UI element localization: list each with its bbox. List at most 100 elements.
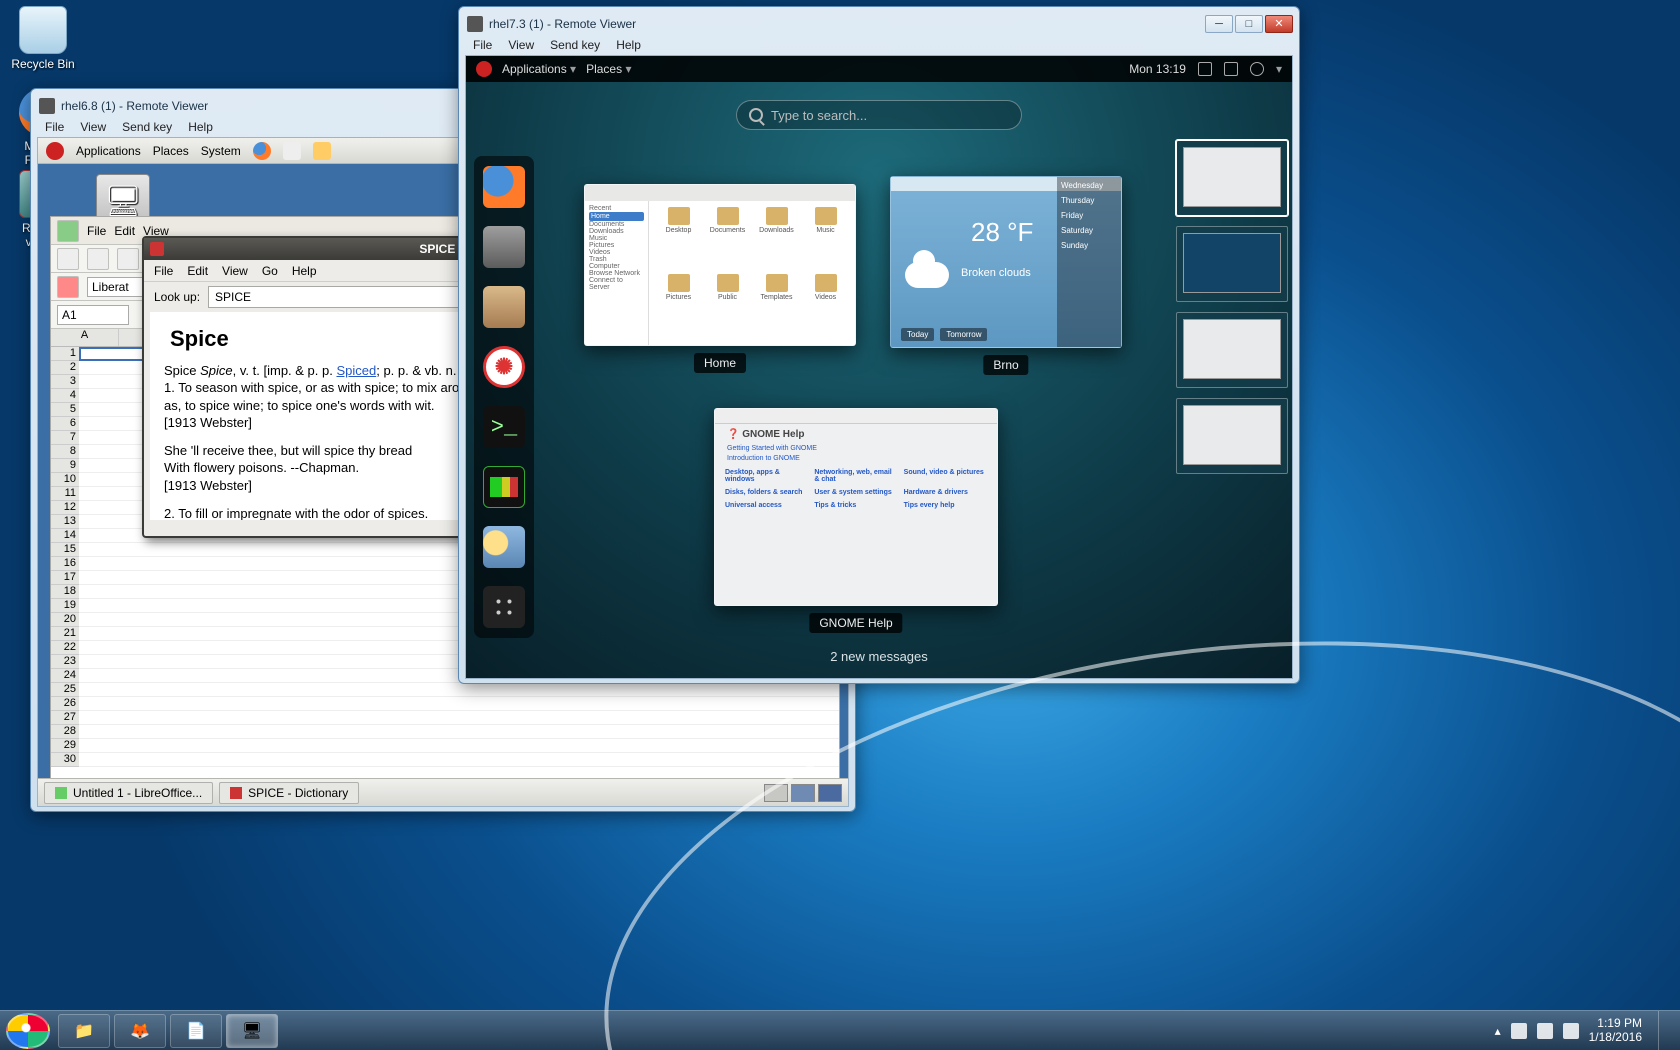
row-30[interactable]: 30 (51, 753, 79, 767)
weather-tomorrow[interactable]: Tomorrow (940, 328, 987, 341)
row-headers[interactable]: 1234567891011121314151617181920212223242… (51, 347, 79, 767)
workspace-thumb-4[interactable] (1176, 398, 1288, 474)
link-spiced[interactable]: Spiced (336, 363, 376, 378)
topbar-places[interactable]: Places (586, 62, 631, 76)
taskbar-remote-viewer-icon[interactable]: 🖥 (226, 1014, 278, 1048)
gnome2-bottom-panel[interactable]: Untitled 1 - LibreOffice... SPICE - Dict… (38, 778, 848, 806)
taskbar-clock[interactable]: 1:19 PM 1/18/2016 (1589, 1017, 1642, 1045)
row-17[interactable]: 17 (51, 571, 79, 585)
panel-system[interactable]: System (201, 144, 241, 158)
dash-weather-icon[interactable] (483, 526, 525, 568)
dash-show-apps-icon[interactable] (483, 586, 525, 628)
col-A[interactable]: A (51, 329, 119, 346)
dash-files-icon[interactable] (483, 226, 525, 268)
overview-thumb-files[interactable]: RecentHomeDocumentsDownloadsMusicPicture… (584, 184, 856, 346)
taskbar-notepad-icon[interactable]: 📄 (170, 1014, 222, 1048)
row-24[interactable]: 24 (51, 669, 79, 683)
rhel73-remote-viewer-window[interactable]: rhel7.3 (1) - Remote Viewer ─ □ ✕ File V… (458, 6, 1300, 684)
dict-menu-view[interactable]: View (222, 264, 248, 278)
row-25[interactable]: 25 (51, 683, 79, 697)
recycle-bin-icon[interactable]: Recycle Bin (8, 6, 78, 71)
new-doc-icon[interactable] (57, 248, 79, 270)
dash-firefox-icon[interactable] (483, 166, 525, 208)
menu-view[interactable]: View (80, 120, 106, 134)
open-icon[interactable] (87, 248, 109, 270)
taskbar-dictionary[interactable]: SPICE - Dictionary (219, 782, 359, 804)
gnome3-dash[interactable]: ✺ >_ (474, 156, 534, 638)
dash-system-monitor-icon[interactable] (483, 466, 525, 508)
menu-help[interactable]: Help (616, 38, 641, 52)
menu-view[interactable]: View (508, 38, 534, 52)
workspace-3[interactable] (818, 784, 842, 802)
row-21[interactable]: 21 (51, 627, 79, 641)
dash-help-icon[interactable]: ✺ (483, 346, 525, 388)
volume-icon[interactable] (1224, 62, 1238, 76)
row-10[interactable]: 10 (51, 473, 79, 487)
save-icon[interactable] (117, 248, 139, 270)
close-button[interactable]: ✕ (1265, 15, 1293, 33)
dict-menu-file[interactable]: File (154, 264, 173, 278)
notes-launcher-icon[interactable] (313, 142, 331, 160)
start-button[interactable] (6, 1013, 50, 1049)
panel-applications[interactable]: Applications (76, 144, 141, 158)
workspace-thumb-3[interactable] (1176, 312, 1288, 388)
windows-desktop[interactable]: Recycle Bin Mozilla Firefox Remote viewe… (0, 0, 1680, 1050)
row-28[interactable]: 28 (51, 725, 79, 739)
overview-thumb-weather[interactable]: 28 °F Broken clouds Today Tomorrow Wedne… (890, 176, 1122, 348)
row-9[interactable]: 9 (51, 459, 79, 473)
menu-file[interactable]: File (45, 120, 64, 134)
menu-file[interactable]: File (473, 38, 492, 52)
overview-search[interactable]: Type to search... (736, 100, 1022, 130)
firefox-launcher-icon[interactable] (253, 142, 271, 160)
show-desktop-button[interactable] (1658, 1011, 1670, 1050)
maximize-button[interactable]: □ (1235, 15, 1263, 33)
row-1[interactable]: 1 (51, 347, 79, 361)
row-12[interactable]: 12 (51, 501, 79, 515)
row-18[interactable]: 18 (51, 585, 79, 599)
menu-sendkey[interactable]: Send key (550, 38, 600, 52)
style-icon[interactable] (57, 276, 79, 298)
row-2[interactable]: 2 (51, 361, 79, 375)
windows-taskbar[interactable]: 📁 🦊 📄 🖥 ▴ 1:19 PM 1/18/2016 (0, 1010, 1680, 1050)
taskbar-libreoffice[interactable]: Untitled 1 - LibreOffice... (44, 782, 213, 804)
dict-menu-go[interactable]: Go (262, 264, 278, 278)
row-15[interactable]: 15 (51, 543, 79, 557)
taskbar-explorer-icon[interactable]: 📁 (58, 1014, 110, 1048)
workspace-2[interactable] (791, 784, 815, 802)
vm-screen[interactable]: Applications Places Mon 13:19 ▾ Type to … (465, 55, 1293, 679)
row-23[interactable]: 23 (51, 655, 79, 669)
row-29[interactable]: 29 (51, 739, 79, 753)
accessibility-icon[interactable] (1198, 62, 1212, 76)
row-19[interactable]: 19 (51, 599, 79, 613)
gnome3-top-bar[interactable]: Applications Places Mon 13:19 ▾ (466, 56, 1292, 82)
workspace-thumb-2[interactable] (1176, 226, 1288, 302)
row-14[interactable]: 14 (51, 529, 79, 543)
volume-icon[interactable] (1563, 1023, 1579, 1039)
cell-name-box[interactable] (57, 305, 129, 325)
calc-menu-file[interactable]: File (87, 224, 106, 238)
dict-menu-edit[interactable]: Edit (187, 264, 208, 278)
row-27[interactable]: 27 (51, 711, 79, 725)
row-13[interactable]: 13 (51, 515, 79, 529)
user-menu-chevron-icon[interactable]: ▾ (1276, 62, 1282, 76)
panel-places[interactable]: Places (153, 144, 189, 158)
overview-thumb-help[interactable]: ❓ GNOME Help Getting Started with GNOME … (714, 408, 998, 606)
power-icon[interactable] (1250, 62, 1264, 76)
row-11[interactable]: 11 (51, 487, 79, 501)
message-tray[interactable]: 2 new messages (830, 649, 928, 664)
dict-menu-help[interactable]: Help (292, 264, 317, 278)
row-22[interactable]: 22 (51, 641, 79, 655)
titlebar[interactable]: rhel7.3 (1) - Remote Viewer ─ □ ✕ (465, 13, 1293, 35)
row-7[interactable]: 7 (51, 431, 79, 445)
dash-software-icon[interactable] (483, 286, 525, 328)
action-center-icon[interactable] (1511, 1023, 1527, 1039)
minimize-button[interactable]: ─ (1205, 15, 1233, 33)
weather-today[interactable]: Today (901, 328, 934, 341)
topbar-clock[interactable]: Mon 13:19 (1129, 62, 1186, 76)
home-launcher-icon[interactable] (283, 142, 301, 160)
row-26[interactable]: 26 (51, 697, 79, 711)
row-5[interactable]: 5 (51, 403, 79, 417)
network-icon[interactable] (1537, 1023, 1553, 1039)
workspace-thumb-1[interactable] (1176, 140, 1288, 216)
show-hidden-icons-chevron-icon[interactable]: ▴ (1495, 1024, 1501, 1038)
